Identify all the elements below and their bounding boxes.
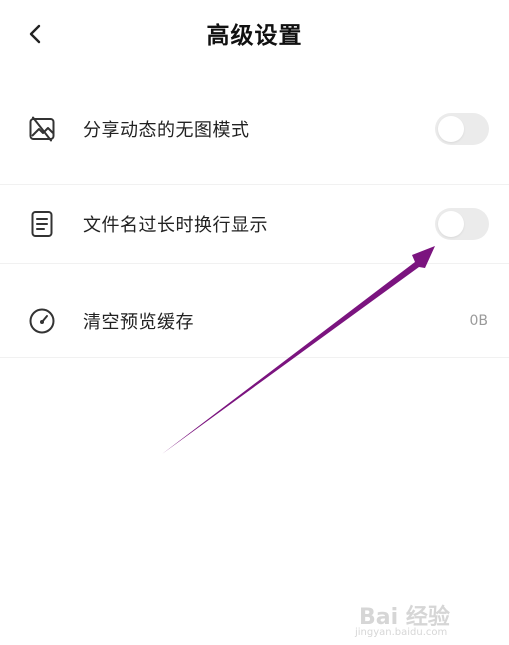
watermark-sub: jingyan.baidu.com <box>355 627 448 638</box>
setting-row-no-image-share: 分享动态的无图模式 <box>0 83 509 175</box>
setting-label: 分享动态的无图模式 <box>83 120 250 141</box>
divider <box>0 263 509 264</box>
setting-label: 清空预览缓存 <box>83 312 194 333</box>
filename-wrap-toggle[interactable] <box>435 208 489 240</box>
toggle-knob <box>438 211 464 237</box>
header: 高级设置 <box>0 0 509 70</box>
cache-size-value: 0B <box>469 313 488 329</box>
page-title: 高级设置 <box>206 23 303 49</box>
no-image-toggle[interactable] <box>435 113 489 145</box>
no-image-icon <box>27 114 57 144</box>
divider <box>0 357 509 358</box>
back-button[interactable] <box>20 19 50 49</box>
setting-row-filename-wrap: 文件名过长时换行显示 <box>0 178 509 270</box>
gauge-icon <box>27 306 57 336</box>
setting-row-clear-cache[interactable]: 清空预览缓存 0B <box>0 275 509 367</box>
chevron-left-icon <box>29 24 41 44</box>
document-icon <box>27 209 57 239</box>
toggle-knob <box>438 116 464 142</box>
watermark-logo: Bai 经验 jingyan.baidu.com <box>355 599 485 641</box>
setting-label: 文件名过长时换行显示 <box>83 215 268 236</box>
